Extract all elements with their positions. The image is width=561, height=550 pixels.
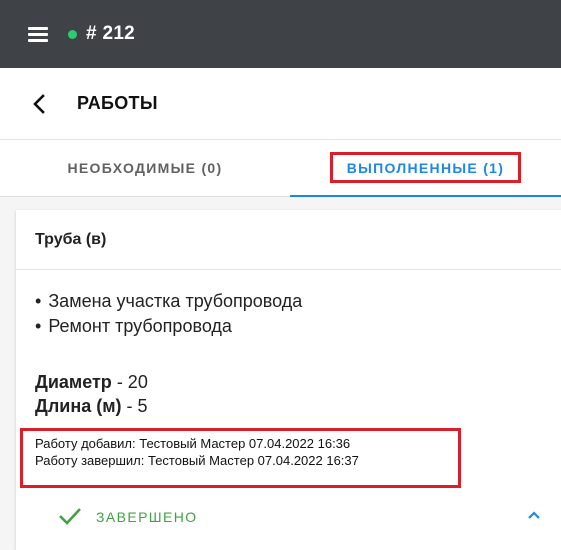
- card-footer: ЗАВЕРШЕНО: [16, 500, 561, 536]
- list-item: Замена участка трубопровода: [35, 289, 302, 314]
- tab-completed-label: ВЫПОЛНЕННЫЕ (1): [346, 159, 505, 176]
- property-diameter: Диаметр - 20: [35, 370, 148, 394]
- app-bar: # 212: [0, 0, 561, 68]
- status-label: ЗАВЕРШЕНО: [96, 509, 198, 525]
- tab-bar: НЕОБХОДИМЫЕ (0) ВЫПОЛНЕННЫЕ (1): [0, 140, 561, 197]
- property-value: - 5: [121, 396, 148, 416]
- tab-completed[interactable]: ВЫПОЛНЕННЫЕ (1): [290, 140, 561, 197]
- property-name: Диаметр: [35, 372, 112, 392]
- work-log-highlight: Работу добавил: Тестовый Мастер 07.04.20…: [20, 428, 461, 488]
- card-title: Труба (в): [35, 230, 107, 248]
- check-icon: [59, 508, 81, 525]
- page-title: РАБОТЫ: [77, 93, 158, 113]
- tab-needed[interactable]: НЕОБХОДИМЫЕ (0): [0, 140, 290, 196]
- order-number: # 212: [86, 23, 136, 44]
- added-by-text: Работу добавил: Тестовый Мастер 07.04.20…: [35, 436, 351, 451]
- chevron-up-icon[interactable]: [527, 510, 541, 520]
- property-length: Длина (м) - 5: [35, 394, 148, 418]
- tab-needed-label: НЕОБХОДИМЫЕ (0): [67, 160, 223, 176]
- property-value: - 20: [111, 372, 148, 392]
- works-list: Замена участка трубопровода Ремонт трубо…: [35, 289, 302, 339]
- page-header: РАБОТЫ: [0, 68, 561, 140]
- card-header[interactable]: Труба (в): [16, 210, 561, 270]
- status-dot-icon: [68, 29, 77, 39]
- list-item: Ремонт трубопровода: [35, 314, 302, 339]
- property-name: Длина (м): [35, 396, 122, 416]
- completed-by-text: Работу завершил: Тестовый Мастер 07.04.2…: [35, 453, 359, 468]
- properties: Диаметр - 20 Длина (м) - 5: [35, 370, 148, 418]
- chevron-left-icon[interactable]: [33, 93, 47, 115]
- work-card: Труба (в) Замена участка трубопровода Ре…: [16, 210, 561, 550]
- menu-icon[interactable]: [28, 26, 48, 42]
